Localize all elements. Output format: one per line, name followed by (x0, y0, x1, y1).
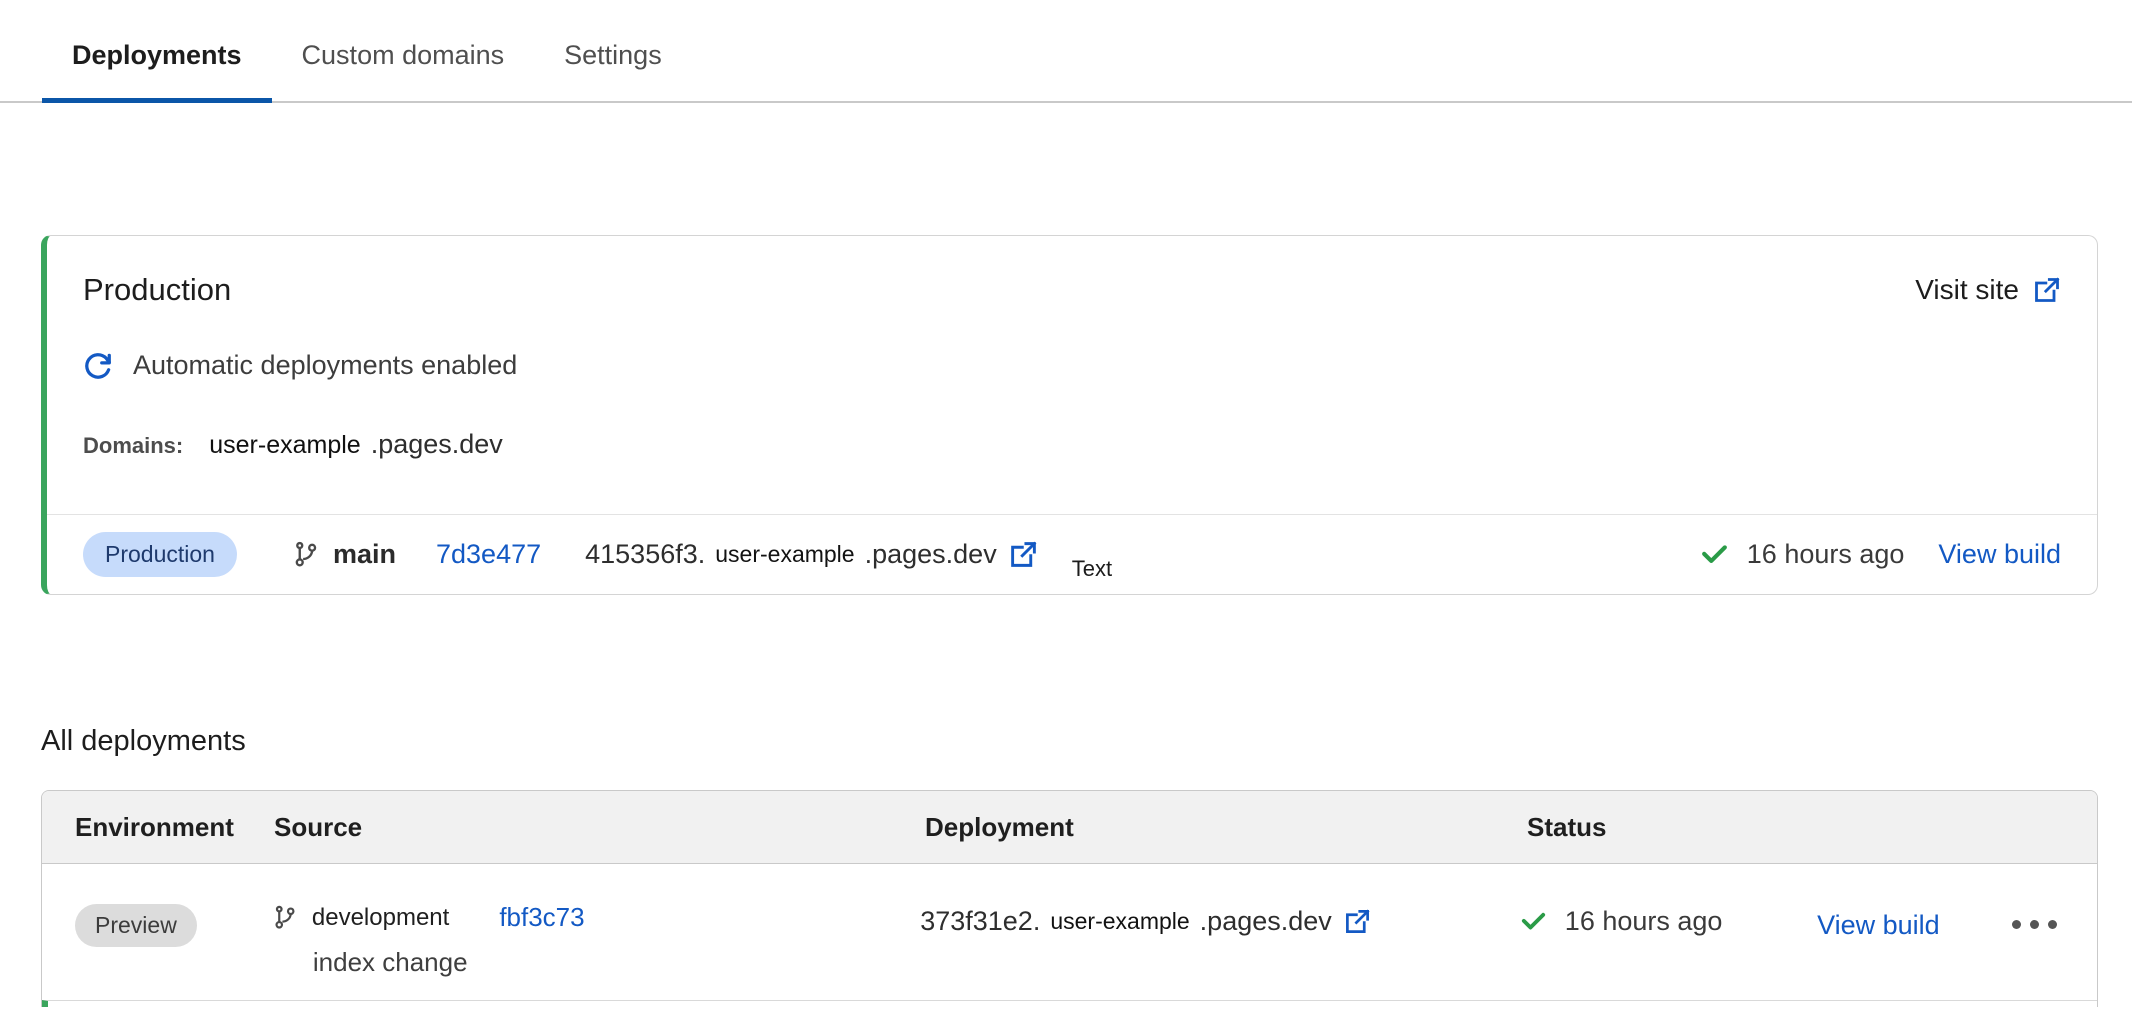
commit-message: index change (313, 947, 920, 978)
deployment-url: 415356f3. user-example .pages.dev (585, 539, 1038, 570)
environment-badge: Production (83, 532, 237, 577)
ellipsis-icon (2030, 920, 2039, 929)
deployments-table: Environment Source Deployment Status Pre… (41, 790, 2098, 1007)
commit-link[interactable]: fbf3c73 (499, 902, 584, 933)
column-header-source: Source (274, 812, 925, 843)
next-row-partial (42, 1000, 2097, 1007)
check-icon (1519, 907, 1548, 936)
visit-site-link[interactable]: Visit site (1915, 274, 2061, 306)
deployment-hash: 415356f3. (585, 539, 705, 570)
view-build-link[interactable]: View build (1817, 902, 2012, 941)
row-menu-button[interactable] (2012, 902, 2057, 929)
git-branch-icon (273, 905, 298, 930)
domain-suffix: .pages.dev (371, 429, 503, 460)
tab-custom-domains[interactable]: Custom domains (272, 40, 535, 101)
branch-name: main (333, 539, 396, 570)
tab-deployments[interactable]: Deployments (42, 40, 272, 101)
status-cluster: 16 hours ago View build (1699, 539, 2061, 570)
deployment-domain-suffix: .pages.dev (1200, 906, 1332, 937)
domain-name: user-example (209, 431, 360, 460)
deployment-cell: 373f31e2. user-example .pages.dev (920, 902, 1519, 937)
external-link-icon[interactable] (1009, 540, 1038, 569)
ellipsis-icon (2048, 920, 2057, 929)
note-label: Text (1072, 556, 1112, 582)
table-row: Preview development fbf3c73 index change (42, 864, 2097, 1000)
domains-label: Domains: (83, 433, 183, 459)
deployment-hash: 373f31e2. (920, 906, 1040, 937)
automatic-deployments-text: Automatic deployments enabled (133, 350, 517, 381)
column-header-deployment: Deployment (925, 812, 1527, 843)
status-cell: 16 hours ago (1519, 902, 1817, 937)
environment-cell: Preview (75, 902, 273, 947)
external-link-icon[interactable] (1344, 908, 1371, 935)
column-header-status: Status (1527, 812, 2057, 843)
external-link-icon (2033, 276, 2061, 304)
automatic-deployments-row: Automatic deployments enabled (47, 308, 2097, 381)
deployment-project-name: user-example (1050, 908, 1189, 935)
production-card: Production Visit site Automatic deployme… (41, 235, 2098, 595)
check-icon (1699, 539, 1730, 570)
all-deployments-title: All deployments (41, 725, 2132, 758)
production-card-header: Production Visit site (47, 236, 2097, 308)
deployment-project-name: user-example (715, 541, 854, 568)
deploy-time: 16 hours ago (1747, 539, 1905, 570)
tab-bar: Deployments Custom domains Settings (0, 0, 2132, 103)
column-header-environment: Environment (75, 812, 274, 843)
production-title: Production (83, 272, 231, 308)
branch-name: development (312, 904, 449, 932)
commit-link[interactable]: 7d3e477 (436, 539, 541, 570)
deployment-domain-suffix: .pages.dev (865, 539, 997, 570)
deploy-time: 16 hours ago (1565, 906, 1723, 937)
domains-row: Domains: user-example .pages.dev (47, 381, 2097, 514)
table-header: Environment Source Deployment Status (42, 791, 2097, 864)
visit-site-label: Visit site (1915, 274, 2019, 306)
refresh-icon (83, 351, 113, 381)
branch-group: main (293, 539, 396, 570)
production-deployment-row: Production main 7d3e477 415356f3. user-e… (47, 514, 2097, 594)
environment-badge: Preview (75, 904, 197, 947)
view-build-link[interactable]: View build (1938, 539, 2061, 570)
source-cell: development fbf3c73 index change (273, 902, 920, 978)
ellipsis-icon (2012, 920, 2021, 929)
tab-settings[interactable]: Settings (534, 40, 692, 101)
git-branch-icon (293, 541, 320, 568)
